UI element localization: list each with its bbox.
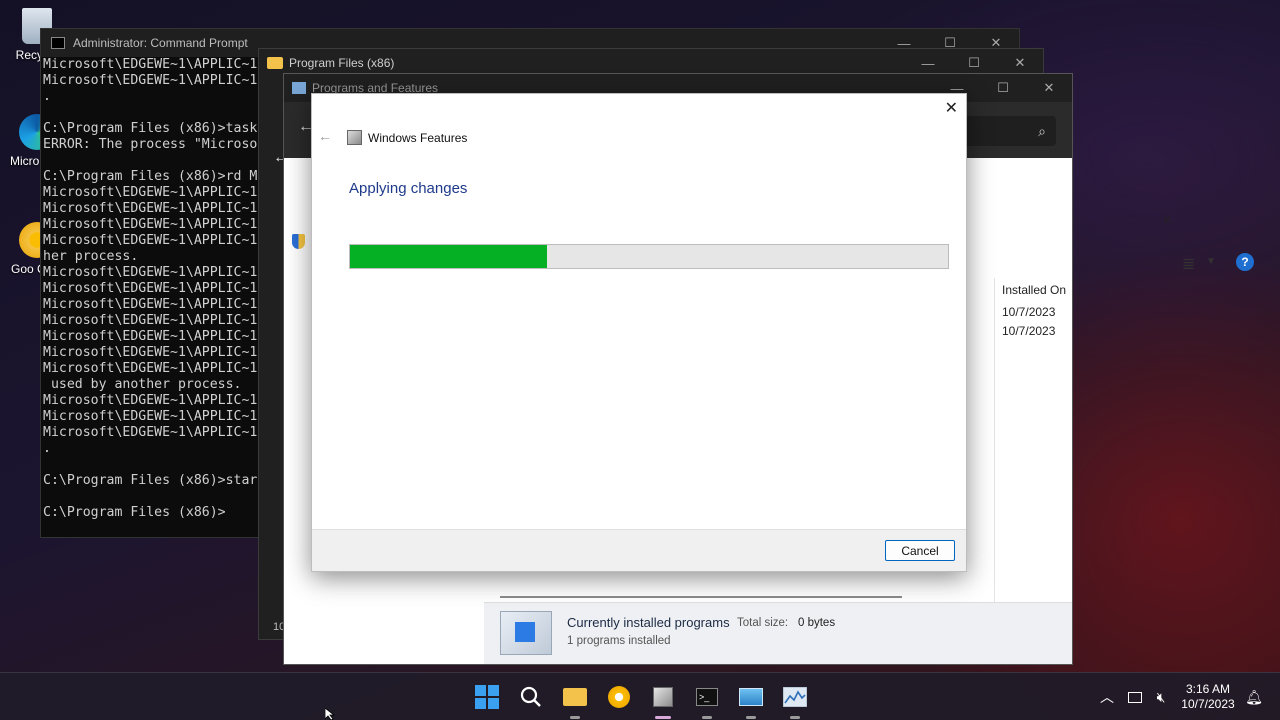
cmd-output-line: Microsoft\EDGEWE~1\APPLIC~1 (43, 73, 258, 88)
notification-bell-icon[interactable]: 🔔︎ (1243, 673, 1265, 720)
cmd-window-title: Administrator: Command Prompt (73, 36, 248, 50)
show-hidden-icons-chevron-icon[interactable]: ︿ (1096, 673, 1118, 720)
cmd-output-line (43, 489, 257, 505)
explorer-window-title: Program Files (x86) (289, 56, 395, 70)
column-header-installed-on[interactable]: Installed On (1002, 283, 1066, 297)
shield-icon[interactable] (292, 234, 305, 249)
close-button[interactable]: ✕ (1026, 74, 1072, 102)
cmd-output-line: Microsoft\EDGEWE~1\APPLIC~1 (43, 345, 258, 360)
mouse-cursor-icon (325, 708, 336, 720)
cmd-output[interactable]: Microsoft\EDGEWE~1\APPLIC~1 Microsoft\EDG… (43, 57, 257, 521)
cmd-output-line: Microsoft\EDGEWE~1\APPLIC~1 (43, 361, 258, 376)
clock-date: 10/7/2023 (1181, 697, 1235, 711)
programs-count: 1 programs installed (567, 635, 671, 647)
cmd-output-line: C:\Program Files (x86)> (43, 505, 226, 520)
remote-desktop-taskbar-button[interactable] (737, 683, 765, 719)
pnf-status-bar: Currently installed programs Total size:… (484, 602, 1072, 664)
chevron-down-icon[interactable]: ▼ (1206, 256, 1216, 267)
cmd-output-line: C:\Program Files (x86)>task (43, 121, 258, 136)
progress-bar-fill (350, 245, 548, 268)
programs-icon (500, 611, 552, 655)
search-taskbar-button[interactable] (517, 683, 545, 711)
control-panel-icon (292, 82, 306, 94)
dialog-footer: Cancel (312, 529, 966, 571)
windows-features-dialog[interactable]: ✕ ← Windows Features Applying changes Ca… (311, 93, 967, 572)
task-manager-taskbar-button[interactable] (781, 683, 809, 719)
windows-start-icon (475, 685, 499, 709)
cmd-output-line: . (43, 89, 51, 104)
cmd-output-line: C:\Program Files (x86)>rd M (43, 169, 258, 184)
clock[interactable]: 3:16 AM 10/7/2023 (1176, 673, 1240, 720)
total-size-label: Total size: (737, 617, 789, 629)
cmd-output-line: Microsoft\EDGEWE~1\APPLIC~1 (43, 185, 258, 200)
monitor-icon (739, 688, 763, 706)
cmd-output-line: Microsoft\EDGEWE~1\APPLIC~1 (43, 393, 258, 408)
performance-chart-icon (783, 687, 807, 707)
chrome-icon (608, 686, 630, 708)
cmd-output-line: Microsoft\EDGEWE~1\APPLIC~1 (43, 297, 258, 312)
status-label: Currently installed programs (567, 615, 730, 630)
file-explorer-taskbar-button[interactable] (561, 683, 589, 719)
table-cell-installed-on: 10/7/2023 (1002, 305, 1056, 319)
volume-muted-icon[interactable]: 🔇︎ (1150, 673, 1172, 720)
cmd-output-line: Microsoft\EDGEWE~1\APPLIC~1 (43, 201, 258, 216)
cmd-output-line: used by another process. (43, 377, 242, 392)
help-icon[interactable]: ? (1236, 253, 1254, 271)
cmd-output-line: Microsoft\EDGEWE~1\APPLIC~1 (43, 425, 258, 440)
cmd-output-line: Microsoft\EDGEWE~1\APPLIC~1 (43, 313, 258, 328)
cmd-output-line: ERROR: The process "Microso (43, 137, 258, 152)
view-options-icon[interactable]: ≣ (1182, 254, 1195, 274)
cmd-output-line: Microsoft\EDGEWE~1\APPLIC~1 (43, 409, 258, 424)
search-icon (520, 686, 541, 707)
clock-time: 3:16 AM (1185, 682, 1231, 696)
cmd-output-line (43, 105, 257, 121)
cmd-output-line: Microsoft\EDGEWE~1\APPLIC~1 (43, 265, 258, 280)
back-arrow-icon[interactable]: ← (318, 128, 332, 144)
control-panel-taskbar-button[interactable] (649, 683, 677, 719)
cmd-output-line: Microsoft\EDGEWE~1\APPLIC~1 (43, 281, 258, 296)
cancel-button[interactable]: Cancel (885, 540, 955, 561)
search-icon: ⌕ (1038, 122, 1046, 139)
table-cell-installed-on: 10/7/2023 (1002, 324, 1056, 338)
cmd-output-line: her process. (43, 249, 139, 264)
dialog-heading: Applying changes (349, 180, 468, 197)
pnf-description-text: ir. (1164, 212, 1174, 226)
start-button[interactable] (473, 683, 501, 711)
network-icon[interactable] (1124, 673, 1146, 720)
folder-icon (563, 688, 587, 706)
chrome-taskbar-button[interactable] (605, 683, 633, 711)
taskbar: >_ ︿ 🔇︎ 3:16 AM 10/7/2023 🔔︎ (0, 672, 1280, 720)
dialog-title: Windows Features (368, 131, 468, 145)
cmd-output-line: Microsoft\EDGEWE~1\APPLIC~1 (43, 217, 258, 232)
cmd-output-line: Microsoft\EDGEWE~1\APPLIC~1 (43, 233, 258, 248)
control-panel-icon (653, 687, 673, 707)
cmd-output-line: Microsoft\EDGEWE~1\APPLIC~1 (43, 329, 258, 344)
progress-bar (349, 244, 949, 269)
terminal-icon: >_ (696, 688, 718, 706)
folder-icon (267, 57, 283, 69)
cmd-app-icon (51, 37, 65, 49)
close-icon[interactable]: ✕ (945, 98, 958, 118)
cmd-output-line (43, 153, 257, 169)
cmd-output-line: C:\Program Files (x86)>star (43, 473, 258, 488)
windows-features-icon (347, 130, 362, 145)
maximize-button[interactable]: ☐ (980, 74, 1026, 102)
cmd-output-line (43, 457, 257, 473)
terminal-taskbar-button[interactable]: >_ (693, 683, 721, 719)
cmd-output-line: Microsoft\EDGEWE~1\APPLIC~1 (43, 57, 258, 72)
cmd-output-line: . (43, 441, 51, 456)
total-size-value: 0 bytes (798, 617, 836, 629)
